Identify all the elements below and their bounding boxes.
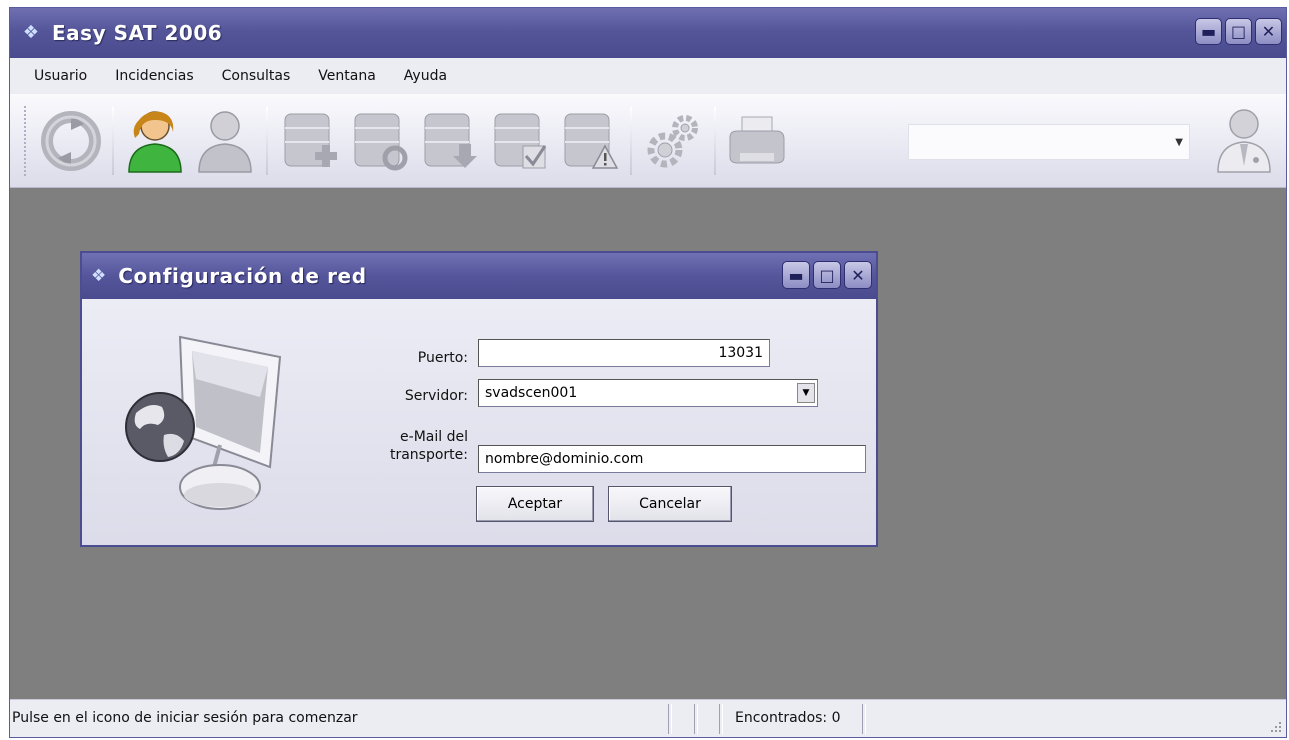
resize-grip-icon[interactable] <box>1268 719 1282 733</box>
app-logo-icon: ❖ <box>22 22 40 43</box>
chevron-down-icon[interactable]: ▼ <box>1175 137 1183 148</box>
settings-gears-icon <box>647 114 698 167</box>
doctor-button[interactable] <box>1208 102 1280 178</box>
db-add-button[interactable] <box>274 103 344 179</box>
db-check-button[interactable] <box>484 103 554 179</box>
title-bar[interactable]: ❖ Easy SAT 2006 ▬ □ ✕ <box>10 8 1286 58</box>
db-warning-button[interactable] <box>554 103 624 179</box>
logout-user-icon <box>198 110 252 173</box>
dialog-title: Configuración de red <box>118 264 367 288</box>
dialog-controls: ▬ □ ✕ <box>782 261 872 289</box>
toolbar-separator <box>630 106 632 175</box>
db-warning-icon <box>564 113 619 169</box>
dialog-body: Puerto: 13031 Servidor: svadscen001 ▼ e-… <box>82 299 876 545</box>
toolbar-combo[interactable]: ▼ <box>908 124 1190 160</box>
menu-ayuda[interactable]: Ayuda <box>390 68 461 84</box>
minimize-button[interactable]: ▬ <box>1195 18 1222 45</box>
dialog-minimize-button[interactable]: ▬ <box>782 261 810 289</box>
app-logo-icon: ❖ <box>91 266 107 286</box>
email-field[interactable]: nombre@dominio.com <box>478 445 866 473</box>
db-download-icon <box>424 113 477 168</box>
toolbar: ▼ <box>10 94 1286 188</box>
network-computer-icon <box>125 335 282 510</box>
doctor-user-icon <box>1217 109 1271 173</box>
toolbar-separator <box>112 106 114 175</box>
window-controls: ▬ □ ✕ <box>1195 18 1282 45</box>
port-field[interactable]: 13031 <box>478 339 770 367</box>
port-label: Puerto: <box>417 350 468 366</box>
menu-incidencias[interactable]: Incidencias <box>101 68 207 84</box>
logout-button[interactable] <box>190 103 260 179</box>
db-check-icon <box>494 113 547 168</box>
toolbar-separator <box>714 106 716 175</box>
server-value: svadscen001 <box>485 385 578 401</box>
menu-bar: Usuario Incidencias Consultas Ventana Ay… <box>10 58 1286 94</box>
refresh-icon <box>41 110 101 171</box>
menu-usuario[interactable]: Usuario <box>22 68 101 84</box>
db-download-button[interactable] <box>414 103 484 179</box>
status-separator <box>862 704 866 734</box>
dialog-maximize-button[interactable]: □ <box>813 261 841 289</box>
dialog-close-button[interactable]: ✕ <box>844 261 872 289</box>
menu-ventana[interactable]: Ventana <box>304 68 390 84</box>
status-found-count: Encontrados: 0 <box>735 710 841 726</box>
accept-button[interactable]: Aceptar <box>476 486 594 522</box>
printer-icon <box>729 116 785 163</box>
toolbar-grip[interactable] <box>24 105 28 176</box>
db-sync-button[interactable] <box>344 103 414 179</box>
login-user-icon <box>128 110 182 173</box>
status-separator <box>668 704 672 734</box>
status-message: Pulse en el icono de iniciar sesión para… <box>12 710 358 726</box>
cancel-button[interactable]: Cancelar <box>608 486 732 522</box>
toolbar-separator <box>266 106 268 175</box>
server-combo[interactable]: svadscen001 ▼ <box>478 379 818 407</box>
login-button[interactable] <box>120 103 190 179</box>
maximize-button[interactable]: □ <box>1225 18 1252 45</box>
status-bar: Pulse en el icono de iniciar sesión para… <box>10 699 1286 737</box>
status-separator <box>719 704 723 734</box>
network-config-dialog: ❖ Configuración de red ▬ □ ✕ Puerto: 130… <box>80 251 878 547</box>
app-window: ❖ Easy SAT 2006 ▬ □ ✕ Usuario Incidencia… <box>9 7 1287 738</box>
dialog-title-bar[interactable]: ❖ Configuración de red ▬ □ ✕ <box>82 253 876 299</box>
close-button[interactable]: ✕ <box>1255 18 1282 45</box>
chevron-down-icon[interactable]: ▼ <box>797 383 815 403</box>
print-button[interactable] <box>722 103 792 179</box>
email-label-line1: e-Mail del <box>400 429 468 445</box>
settings-button[interactable] <box>638 103 708 179</box>
menu-consultas[interactable]: Consultas <box>208 68 305 84</box>
server-label: Servidor: <box>404 388 468 404</box>
window-title: Easy SAT 2006 <box>52 21 223 45</box>
status-separator <box>694 704 698 734</box>
db-add-icon <box>284 113 337 167</box>
email-label-line2: transporte: <box>389 447 468 463</box>
refresh-button[interactable] <box>36 103 106 179</box>
db-sync-icon <box>354 113 408 170</box>
